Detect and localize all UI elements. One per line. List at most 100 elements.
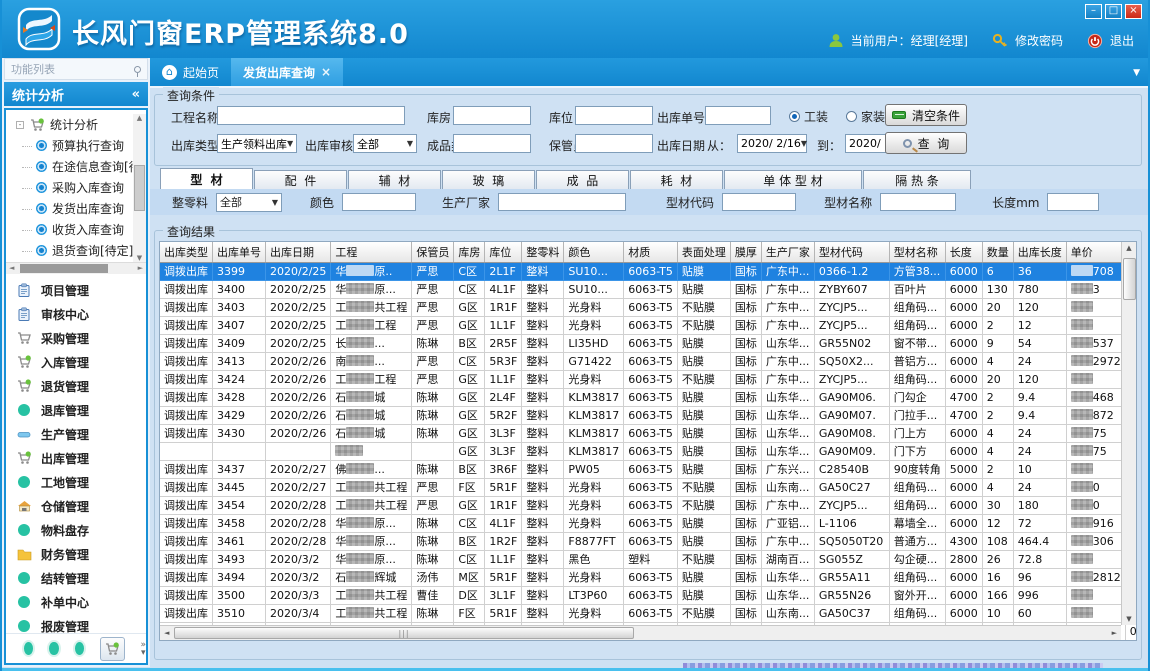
column-header-出库单号[interactable]: 出库单号 [213,242,266,262]
scroll-thumb[interactable] [20,264,108,273]
sidebar-item-项目管理[interactable]: 项目管理 [6,278,146,302]
table-row[interactable]: 调拨出库33992020/2/25华原..严思C区2L1F整料SU10...60… [160,262,1137,280]
table-row[interactable]: 调拨出库34132020/2/26南...严思C区5R3F整料G71422606… [160,352,1137,370]
table-row[interactable]: 调拨出库34282020/2/26石城陈琳G区2L4F整料KLM38176063… [160,388,1137,406]
table-row[interactable]: 调拨出库34092020/2/25长...陈琳B区2R5F整料LI35HD606… [160,334,1137,352]
sidebar-item-补单中心[interactable]: 补单中心 [6,590,146,614]
order-no-input[interactable] [705,106,771,125]
stats-section-header[interactable]: 统计分析 « [4,82,148,106]
column-header-工程[interactable]: 工程 [331,242,412,262]
whole-piece-select[interactable]: 全部▼ [216,193,282,212]
sidebar-item-退货管理[interactable]: 退货管理 [6,374,146,398]
tab-shipment-outbound-query[interactable]: 发货出库查询 × [231,58,343,86]
column-header-库位[interactable]: 库位 [485,242,522,262]
scroll-down-icon[interactable]: ▼ [1126,615,1131,623]
column-header-出库长度[interactable]: 出库长度 [1013,242,1066,262]
date-from-picker[interactable]: 2020/ 2/16▼ [737,134,807,153]
maximize-button[interactable]: □ [1105,4,1122,19]
change-password-link[interactable]: 修改密码 [1015,32,1063,49]
warehouse-input[interactable] [453,106,531,125]
radio-gongzhuang[interactable]: 工装 [789,108,828,125]
table-row[interactable]: 调拨出库34932020/3/2华原...陈琳C区1L1F整料黑色塑料不贴膜国标… [160,550,1137,568]
table-vertical-scrollbar[interactable]: ▲ ▼ [1121,242,1136,625]
scroll-left-icon[interactable]: ◄ [9,264,14,272]
pin-icon[interactable] [134,66,141,73]
column-header-整零料[interactable]: 整零料 [522,242,564,262]
clear-conditions-button[interactable]: 清空条件 [885,104,967,126]
sidebar-item-结转管理[interactable]: 结转管理 [6,566,146,590]
column-header-材质[interactable]: 材质 [624,242,678,262]
column-header-库房[interactable]: 库房 [454,242,485,262]
column-header-颜色[interactable]: 颜色 [564,242,624,262]
scroll-up-icon[interactable]: ▲ [137,114,142,122]
sidebar-item-财务管理[interactable]: 财务管理 [6,542,146,566]
material-tab-5[interactable]: 成 品 [536,170,629,189]
column-header-表面处理[interactable]: 表面处理 [677,242,730,262]
table-row[interactable]: 调拨出库34612020/2/28华原...陈琳B区1R2F整料F8877FT6… [160,532,1137,550]
sidebar-item-报废管理[interactable]: 报废管理 [6,614,146,633]
audit-select[interactable]: 全部▼ [353,134,417,153]
tree-item[interactable]: 退货查询[待定] [6,240,146,261]
cart-shortcut-button[interactable] [100,637,125,661]
tree-item[interactable]: 采购入库查询 [6,177,146,198]
column-header-出库日期[interactable]: 出库日期 [266,242,331,262]
radio-jiazhuang[interactable]: 家装 [846,108,885,125]
column-header-生产厂家[interactable]: 生产厂家 [761,242,814,262]
tree-horizontal-scrollbar[interactable]: ◄ ► [6,262,146,274]
tree-item[interactable]: 在途信息查询[待 [6,156,146,177]
material-tab-7[interactable]: 单 体 型 材 [724,170,862,189]
tree-item[interactable]: 收货入库查询 [6,219,146,240]
material-tab-4[interactable]: 玻 璃 [442,170,535,189]
scroll-right-icon[interactable]: ► [138,264,143,272]
out-type-select[interactable]: 生产领料出库▼ [217,134,297,153]
tree-item[interactable]: 发货出库查询 [6,198,146,219]
circle-icon[interactable] [75,642,84,655]
material-tab-6[interactable]: 耗 材 [630,170,723,189]
table-row[interactable]: 调拨出库35002020/3/3工共工程曹佳D区3L1F整料LT3P606063… [160,586,1137,604]
table-row[interactable]: 调拨出库34032020/2/25工共工程严思G区1R1F整料光身料6063-T… [160,298,1137,316]
close-button[interactable]: × [1125,4,1142,19]
profile-code-input[interactable] [722,193,796,211]
table-row[interactable]: 调拨出库34302020/2/26石城陈琳G区3L3F整料KLM38176063… [160,424,1137,442]
scroll-thumb[interactable]: ||| [174,627,634,639]
sidebar-item-退库管理[interactable]: 退库管理 [6,398,146,422]
location-input[interactable] [575,106,653,125]
column-header-保管员[interactable]: 保管员 [412,242,454,262]
circle-icon[interactable] [49,642,58,655]
tree-item[interactable]: 预算执行查询 [6,135,146,156]
circle-icon[interactable] [24,642,33,655]
logout-link[interactable]: 退出 [1110,32,1134,49]
tree-expander-icon[interactable]: - [16,121,24,129]
column-header-长度[interactable]: 长度 [945,242,982,262]
column-header-数量[interactable]: 数量 [982,242,1013,262]
table-row[interactable]: 调拨出库34372020/2/27佛...陈琳B区3R6F整料PW056063-… [160,460,1137,478]
minimize-button[interactable]: – [1085,4,1102,19]
keeper-input[interactable] [575,134,653,153]
sidebar-item-审核中心[interactable]: 审核中心 [6,302,146,326]
table-row[interactable]: 调拨出库34942020/3/2石辉城汤伟M区5R1F整料光身料6063-T5贴… [160,568,1137,586]
column-header-出库类型[interactable]: 出库类型 [160,242,213,262]
table-row[interactable]: 调拨出库34242020/2/26工工程严思G区1L1F整料光身料6063-T5… [160,370,1137,388]
scroll-down-icon[interactable]: ▼ [137,254,142,262]
material-tab-2[interactable]: 配 件 [254,170,347,189]
table-row[interactable]: 调拨出库34452020/2/27工共工程严思F区5R1F整料光身料6063-T… [160,478,1137,496]
sidebar-overflow-button[interactable]: »▾ [141,641,147,657]
profile-name-input[interactable] [880,193,956,211]
tree-root-stats[interactable]: - 统计分析 [6,114,146,135]
material-tab-3[interactable]: 辅 材 [348,170,441,189]
table-row[interactable]: 调拨出库34002020/2/25华原...严思C区4L1F整料SU10...6… [160,280,1137,298]
color-input[interactable] [342,193,416,211]
scroll-thumb[interactable] [134,165,145,211]
scroll-left-icon[interactable]: ◄ [164,629,169,637]
sidebar-item-物料盘存[interactable]: 物料盘存 [6,518,146,542]
search-button[interactable]: 查 询 [885,132,967,154]
manufacturer-input[interactable] [498,193,626,211]
sidebar-item-出库管理[interactable]: 出库管理 [6,446,146,470]
collapse-icon[interactable]: « [132,87,140,102]
table-row[interactable]: 调拨出库34542020/2/28工共工程严思G区1R1F整料光身料6063-T… [160,496,1137,514]
sidebar-item-工地管理[interactable]: 工地管理 [6,470,146,494]
scroll-up-icon[interactable]: ▲ [1126,244,1131,252]
table-row[interactable]: 调拨出库34292020/2/26石城陈琳G区5R2F整料KLM38176063… [160,406,1137,424]
tab-close-icon[interactable]: × [321,65,331,79]
table-horizontal-scrollbar[interactable]: ◄ ||| ► [160,625,1121,640]
